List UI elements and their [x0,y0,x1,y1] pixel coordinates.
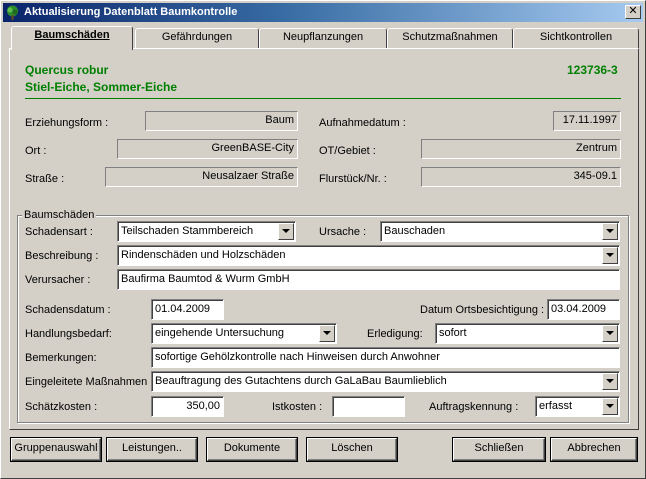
gruppenauswahl-button[interactable]: Gruppenauswahl [11,438,101,461]
dialog-window: Aktualisierung Datenblatt Baumkontrolle … [0,0,646,479]
tab-sichtkontrollen[interactable]: Sichtkontrollen [513,28,639,48]
tab-baumschaeden[interactable]: Baumschäden [11,26,133,50]
tab-panel [9,48,639,430]
window-title: Aktualisierung Datenblatt Baumkontrolle [24,6,238,18]
tree-app-icon [7,5,18,20]
title-bar[interactable]: Aktualisierung Datenblatt Baumkontrolle … [3,3,643,22]
tab-neupflanzungen[interactable]: Neupflanzungen [259,28,387,48]
schliessen-button[interactable]: Schließen [453,438,545,461]
dokumente-button[interactable]: Dokumente [207,438,297,461]
close-button[interactable]: ✕ [625,5,641,19]
tab-schutzmassnahmen[interactable]: Schutzmaßnahmen [387,28,513,48]
tab-gefaehrdungen[interactable]: Gefährdungen [135,28,259,48]
leistungen-button[interactable]: Leistungen.. [107,438,197,461]
loeschen-button[interactable]: Löschen [307,438,397,461]
abbrechen-button[interactable]: Abbrechen [551,438,637,461]
